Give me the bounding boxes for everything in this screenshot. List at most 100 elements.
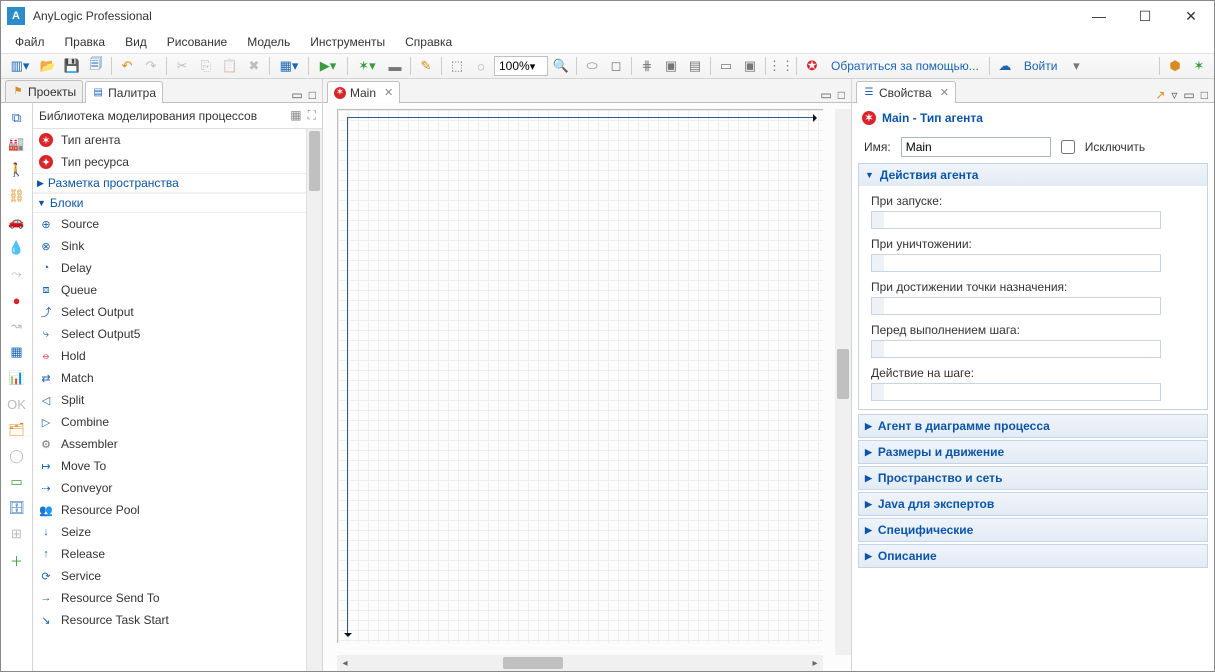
cube-icon[interactable]: ⬢ bbox=[1164, 55, 1186, 77]
tab-close-icon[interactable]: ✕ bbox=[940, 86, 949, 99]
props-pin-icon[interactable]: ↗ bbox=[1155, 88, 1165, 102]
group1-icon[interactable]: ▭ bbox=[715, 55, 737, 77]
palette-group-blocks[interactable]: Блоки bbox=[33, 193, 306, 213]
section-header[interactable]: ▶Специфические bbox=[859, 519, 1207, 541]
copy-button[interactable]: ⎘ bbox=[195, 55, 217, 77]
palette-block-item[interactable]: ⤷Select Output5 bbox=[33, 323, 306, 345]
stop-button[interactable]: ▬ bbox=[384, 55, 406, 77]
palette-scrollbar[interactable] bbox=[306, 129, 322, 671]
palette-item-agent-type[interactable]: ✶Тип агента bbox=[33, 129, 306, 151]
code-input[interactable] bbox=[871, 297, 1161, 315]
palette-block-item[interactable]: ⇄Match bbox=[33, 367, 306, 389]
cat-ok-icon[interactable]: OK bbox=[5, 393, 29, 415]
cat-rail-icon[interactable]: ⛓ bbox=[5, 185, 29, 207]
save-button[interactable]: 💾 bbox=[61, 55, 83, 77]
code-input[interactable] bbox=[871, 340, 1161, 358]
palette-block-item[interactable]: ⦵Hold bbox=[33, 345, 306, 367]
name-input[interactable] bbox=[901, 137, 1051, 157]
menu-help[interactable]: Справка bbox=[397, 33, 460, 51]
section-header-actions[interactable]: ▼Действия агента bbox=[859, 164, 1207, 186]
cat-analysis-icon[interactable]: 📊 bbox=[5, 367, 29, 389]
tab-minimize-icon[interactable]: ▭ bbox=[291, 88, 302, 102]
login-caret-icon[interactable]: ▾ bbox=[1065, 55, 1087, 77]
palette-block-item[interactable]: ▷Combine bbox=[33, 411, 306, 433]
cat-action-icon[interactable]: ▭ bbox=[5, 471, 29, 493]
wand-button[interactable]: ✎ bbox=[415, 55, 437, 77]
props-menu-icon[interactable]: ▿ bbox=[1171, 88, 1177, 102]
canvas[interactable]: ◂ ▸ bbox=[323, 103, 851, 671]
tab-restore-icon[interactable]: □ bbox=[309, 88, 316, 102]
palette-block-item[interactable]: ↘Resource Task Start bbox=[33, 609, 306, 631]
code-input[interactable] bbox=[871, 383, 1161, 401]
paste-button[interactable]: 📋 bbox=[219, 55, 241, 77]
scrollbar-thumb[interactable] bbox=[309, 131, 320, 191]
section-header[interactable]: ▶Описание bbox=[859, 545, 1207, 567]
grid-button[interactable]: ▦▾ bbox=[274, 55, 304, 77]
props-maximize-icon[interactable]: □ bbox=[1201, 88, 1208, 102]
palette-block-item[interactable]: ◔Delay bbox=[33, 257, 306, 279]
section-header[interactable]: ▶Размеры и движение bbox=[859, 441, 1207, 463]
dots-icon[interactable]: ⋮⋮ bbox=[770, 55, 792, 77]
editor-minimize-icon[interactable]: ▭ bbox=[820, 88, 831, 102]
delete-button[interactable]: ✖ bbox=[243, 55, 265, 77]
debug-button[interactable]: ✶▾ bbox=[352, 55, 382, 77]
palette-block-item[interactable]: ⤴Select Output bbox=[33, 301, 306, 323]
palette-block-item[interactable]: ◁Split bbox=[33, 389, 306, 411]
palette-grid-icon[interactable]: ▦ bbox=[290, 108, 301, 123]
layer1-icon[interactable]: ▣ bbox=[660, 55, 682, 77]
section-header[interactable]: ▶Java для экспертов bbox=[859, 493, 1207, 515]
hscroll-thumb[interactable] bbox=[503, 657, 563, 669]
cat-presentation-icon[interactable]: ▦ bbox=[5, 341, 29, 363]
shape2-icon[interactable]: ◻ bbox=[605, 55, 627, 77]
vscroll-thumb[interactable] bbox=[837, 349, 849, 399]
copy-file-button[interactable]: 🗐 bbox=[85, 55, 107, 77]
open-button[interactable]: 📂 bbox=[37, 55, 59, 77]
cat-pictures-icon[interactable]: ⊞ bbox=[5, 523, 29, 545]
zoom-fit-icon[interactable]: 🔍 bbox=[550, 55, 572, 77]
menu-tools[interactable]: Инструменты bbox=[302, 33, 393, 51]
palette-expand-icon[interactable]: ⛶ bbox=[308, 108, 316, 123]
menu-draw[interactable]: Рисование bbox=[159, 33, 235, 51]
canvas-vscrollbar[interactable] bbox=[835, 109, 851, 655]
palette-block-item[interactable]: ⇢Conveyor bbox=[33, 477, 306, 499]
palette-group-space[interactable]: Разметка пространства bbox=[33, 173, 306, 193]
code-input[interactable] bbox=[871, 211, 1161, 229]
cat-controls-icon[interactable]: 🗂 bbox=[5, 419, 29, 441]
cat-3d-icon[interactable]: ＋ bbox=[5, 549, 29, 571]
code-input[interactable] bbox=[871, 254, 1161, 272]
palette-block-item[interactable]: ↓Seize bbox=[33, 521, 306, 543]
palette-block-item[interactable]: ⧈Queue bbox=[33, 279, 306, 301]
palette-block-item[interactable]: ⊕Source bbox=[33, 213, 306, 235]
cat-fluid-icon[interactable]: 💧 bbox=[5, 237, 29, 259]
layer2-icon[interactable]: ▤ bbox=[684, 55, 706, 77]
redo-button[interactable]: ↷ bbox=[140, 55, 162, 77]
group2-icon[interactable]: ▣ bbox=[739, 55, 761, 77]
cat-agent-icon[interactable]: ● bbox=[5, 289, 29, 311]
palette-block-item[interactable]: ↦Move To bbox=[33, 455, 306, 477]
shape1-icon[interactable]: ⬭ bbox=[581, 55, 603, 77]
cut-button[interactable]: ✂ bbox=[171, 55, 193, 77]
cat-pedestrian-icon[interactable]: 🚶 bbox=[5, 159, 29, 181]
menu-file[interactable]: Файл bbox=[7, 33, 53, 51]
tab-close-icon[interactable]: ✕ bbox=[384, 86, 393, 99]
palette-block-item[interactable]: ⚙Assembler bbox=[33, 433, 306, 455]
palette-block-item[interactable]: ⊗Sink bbox=[33, 235, 306, 257]
menu-edit[interactable]: Правка bbox=[57, 33, 114, 51]
minimize-button[interactable]: — bbox=[1076, 1, 1122, 31]
tab-palette[interactable]: ▤ Палитра bbox=[85, 81, 163, 103]
login-link[interactable]: Войти bbox=[1018, 59, 1064, 73]
menu-view[interactable]: Вид bbox=[117, 33, 155, 51]
editor-maximize-icon[interactable]: □ bbox=[838, 88, 845, 102]
align-grid-icon[interactable]: ⋕ bbox=[636, 55, 658, 77]
props-minimize-icon[interactable]: ▭ bbox=[1183, 88, 1194, 102]
cat-space-icon[interactable]: ⤳ bbox=[5, 263, 29, 285]
section-header[interactable]: ▶Пространство и сеть bbox=[859, 467, 1207, 489]
cat-connectivity-icon[interactable]: 🗄 bbox=[5, 497, 29, 519]
section-header[interactable]: ▶Агент в диаграмме процесса bbox=[859, 415, 1207, 437]
cat-process-icon[interactable]: ⧉ bbox=[5, 107, 29, 129]
beetle-icon[interactable]: ✶ bbox=[1188, 55, 1210, 77]
palette-block-item[interactable]: ↑Release bbox=[33, 543, 306, 565]
maximize-button[interactable]: ☐ bbox=[1122, 1, 1168, 31]
exclude-checkbox[interactable] bbox=[1061, 140, 1075, 154]
palette-block-item[interactable]: ⟳Service bbox=[33, 565, 306, 587]
